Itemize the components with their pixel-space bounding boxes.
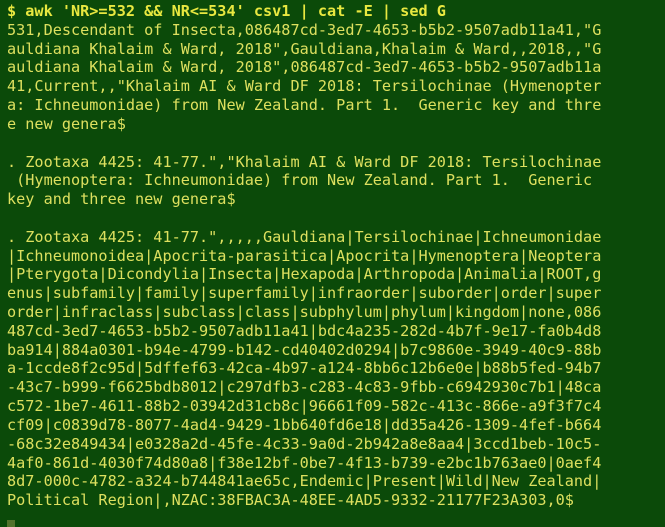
terminal-output-line: Political Region|,NZAC:38FBAC3A-48EE-4AD… xyxy=(7,491,574,510)
terminal-output-line: (Hymenoptera: Ichneumonidae) from New Ze… xyxy=(7,171,602,190)
terminal-output-line: order|infraclass|subclass|class|subphylu… xyxy=(7,303,602,321)
terminal-output-line: -43c7-b999-f6625bdb8012|c297dfb3-c283-4c… xyxy=(7,378,602,397)
terminal-output-line: ba914|884a0301-b94e-4799-b142-cd40402d02… xyxy=(7,340,602,359)
terminal-output-line: e new genera$ xyxy=(7,114,126,133)
terminal-output-line xyxy=(7,510,665,527)
terminal-output-line xyxy=(7,134,665,153)
terminal-window[interactable]: $ awk 'NR>=532 && NR<=534' csv1 | cat -E… xyxy=(0,0,665,527)
terminal-output-line: auldiana Khalaim & Ward, 2018",086487cd-… xyxy=(7,58,602,77)
terminal-output-line: |Ichneumonoidea|Apocrita-parasitica|Apoc… xyxy=(7,246,602,265)
terminal-output-line: auldiana Khalaim & Ward, 2018",Gauldiana… xyxy=(7,39,602,58)
terminal-output-line: -68c32e849434|e0328a2d-45fe-4c33-9a0d-2b… xyxy=(7,434,602,453)
terminal-output-line: 41,Current,,"Khalaim AI & Ward DF 2018: … xyxy=(7,77,602,96)
terminal-output-line: c572-1be7-4611-88b2-03942d31cb8c|96661f0… xyxy=(7,397,602,416)
terminal-output-line: a-1ccde8f2c95d|5dffef63-42ca-4b97-a124-8… xyxy=(7,359,602,378)
terminal-output-line: 4af0-861d-4030f74d80a8|f38e12bf-0be7-4f1… xyxy=(7,453,602,472)
terminal-output-line: . Zootaxa 4425: 41-77.","Khalaim AI & Wa… xyxy=(7,152,602,171)
terminal-prompt-line: $ awk 'NR>=532 && NR<=534' csv1 | cat -E… xyxy=(7,2,446,20)
terminal-output-line: key and three new genera$ xyxy=(7,190,236,209)
terminal-output-line: cf09|c0839d78-8077-4ad4-9429-1bb640fd6e1… xyxy=(7,415,602,434)
terminal-output-line: . Zootaxa 4425: 41-77.",,,,,Gauldiana|Te… xyxy=(7,227,602,246)
terminal-output-line: 487cd-3ed7-4653-b5b2-9507adb11a41|bdc4a2… xyxy=(7,321,602,340)
terminal-output-line xyxy=(7,209,665,228)
terminal-cursor xyxy=(7,519,15,527)
terminal-output-line: 531,Descendant of Insecta,086487cd-3ed7-… xyxy=(7,20,602,39)
terminal-output-line: a: Ichneumonidae) from New Zealand. Part… xyxy=(7,96,602,115)
terminal-output-line: enus|subfamily|family|superfamily|infrao… xyxy=(7,284,602,303)
terminal-output-line: |Pterygota|Dicondylia|Insecta|Hexapoda|A… xyxy=(7,265,602,284)
terminal-screen: $ awk 'NR>=532 && NR<=534' csv1 | cat -E… xyxy=(7,2,665,527)
terminal-output-line: 8d7-000c-4782-a324-b744841ae65c,Endemic|… xyxy=(7,472,602,491)
